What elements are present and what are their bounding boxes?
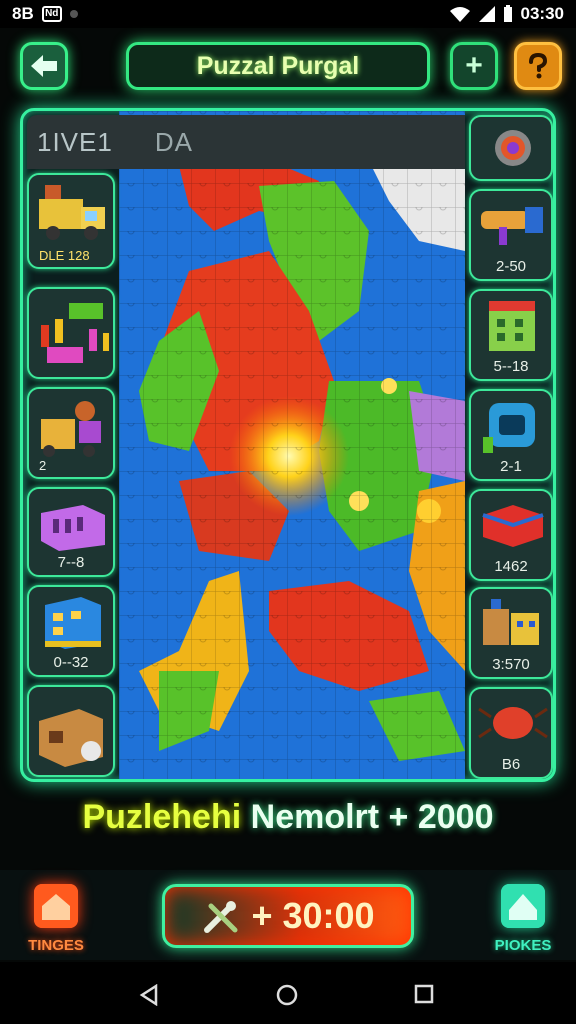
score-right: Nemolrt + 2000 (250, 798, 494, 836)
nav-piokes[interactable]: PIOKES (488, 884, 558, 954)
help-button[interactable] (514, 42, 562, 90)
score-left: Puzlehehi (82, 798, 242, 836)
score-line: Puzlehehi Nemolrt + 2000 (0, 798, 576, 837)
green-building-icon (489, 301, 535, 351)
battery-icon (503, 5, 512, 22)
nav-right-label: PIOKES (494, 937, 552, 954)
puzzle-frame: 1IVE1 DA DLE 128 2 7--8 0--32 2-50 5--18… (20, 108, 556, 782)
board-head-left: 1IVE1 (37, 126, 113, 157)
back-triangle-icon[interactable] (138, 984, 160, 1006)
dot-icon (69, 10, 78, 18)
cube-icon (483, 403, 535, 453)
puzzle-board[interactable] (119, 111, 465, 779)
piece-card[interactable]: 2-1 (469, 389, 553, 481)
cannon-icon (481, 207, 543, 245)
piece-card[interactable]: 5--18 (469, 289, 553, 381)
beetle-icon (478, 707, 548, 739)
card-label: 7--8 (57, 554, 85, 571)
board-head-right: DA (154, 126, 193, 157)
add-button[interactable]: + (450, 42, 498, 90)
home-circle-icon[interactable] (276, 984, 298, 1006)
orb-icon (495, 130, 531, 166)
nav-tinges[interactable]: TINGES (24, 884, 88, 954)
blocks-icon (41, 303, 109, 363)
tools-icon (204, 901, 238, 933)
status-left-text: 8B (12, 4, 34, 23)
card-label: 5--18 (493, 358, 529, 375)
bottom-bar: TINGES + 30:00 PIOKES (0, 870, 576, 960)
piece-card[interactable]: B6 (469, 687, 553, 779)
card-label: DLE 128 (39, 248, 90, 263)
piece-card[interactable]: 7--8 (27, 487, 115, 577)
card-label: 3:570 (492, 656, 530, 673)
piece-card[interactable]: 3:570 (469, 587, 553, 679)
system-nav (0, 962, 576, 1024)
back-button[interactable] (20, 42, 68, 90)
board-header: 1IVE1 DA (27, 115, 465, 169)
purple-box-icon (41, 505, 105, 551)
recents-square-icon[interactable] (414, 984, 434, 1004)
card-label: 2 (39, 458, 47, 473)
card-label: 0--32 (53, 654, 89, 671)
card-label: 2-50 (495, 258, 527, 275)
notification-icon: Nd (41, 6, 62, 22)
signal-icon (478, 6, 495, 22)
house-icon (34, 884, 78, 928)
houses-icon (483, 599, 539, 645)
back-arrow-icon (31, 55, 57, 77)
wifi-icon (449, 7, 470, 22)
status-bar: 8B Nd 03:30 (0, 0, 576, 28)
piece-card[interactable]: DLE 128 (27, 173, 115, 269)
top-bar: Puzzal Purgal + (0, 36, 576, 100)
piece-card[interactable]: 0--32 (27, 585, 115, 677)
plus-icon: + (465, 49, 483, 82)
forklift-icon (41, 401, 101, 457)
clock: 03:30 (520, 4, 564, 23)
piece-card[interactable]: 1462 (469, 489, 553, 581)
card-label: 1462 (494, 558, 528, 575)
page-title: Puzzal Purgal (126, 42, 430, 90)
home-icon (501, 884, 545, 928)
question-icon (529, 53, 548, 79)
timer-value: + 30:00 (251, 895, 375, 936)
piece-card[interactable]: 2-50 (469, 189, 553, 281)
blue-building-icon (45, 597, 101, 649)
red-box-icon (482, 505, 544, 547)
piece-card[interactable] (469, 115, 553, 181)
piece-card[interactable] (27, 287, 115, 379)
card-label: B6 (501, 756, 521, 773)
puzzle-map (119, 111, 465, 779)
crate-icon (39, 709, 103, 767)
piece-card[interactable]: 2 (27, 387, 115, 479)
nav-left-label: TINGES (28, 937, 84, 954)
card-label: 2-1 (500, 458, 522, 475)
truck-icon (39, 185, 105, 240)
piece-card[interactable] (27, 685, 115, 777)
timer-button[interactable]: + 30:00 (162, 884, 414, 948)
